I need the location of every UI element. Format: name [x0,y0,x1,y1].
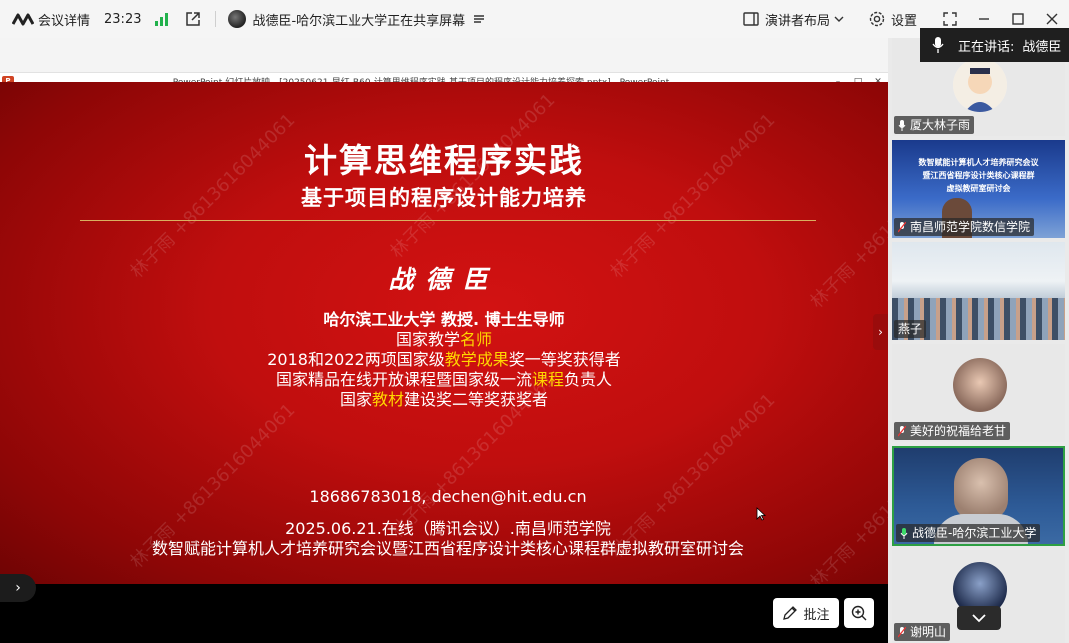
meeting-clock: 23:23 [104,11,142,27]
popout-icon[interactable] [185,11,201,27]
participant-name: 厦大林子雨 [910,118,971,132]
scroll-participants-down-button[interactable] [957,606,1001,630]
meeting-window: 会议详情 23:23 战德臣-哈尔滨工业大学正在共享屏幕 演讲者布局 设置 P … [0,0,1069,643]
minimize-icon [979,18,989,20]
participant-name-tag: 战德臣-哈尔滨工业大学 [896,524,1041,542]
fullscreen-icon [943,12,957,26]
participant-tile[interactable]: 数智赋能计算机人才培养研究会议 暨江西省程序设计类核心课程群 虚拟教研室研讨会 … [892,140,1065,238]
slide-title: 计算思维程序实践 [304,141,584,180]
close-icon [1046,13,1058,25]
mic-muted-icon [898,221,906,232]
participant-tile[interactable]: 美好的祝福给老甘 [892,344,1065,442]
slide-divider [80,220,816,221]
bio-highlight: 教材 [371,390,404,409]
participant-name-tag: 燕子 [894,320,927,338]
zoom-button[interactable] [844,598,874,628]
mic-muted-icon [898,626,906,637]
speaker-name: 战德臣 [388,265,500,294]
speaking-label: 正在讲话: [958,39,1015,55]
participant-name-tag: 美好的祝福给老甘 [894,422,1011,440]
screen-line: 数智赋能计算机人才培养研究会议 [918,158,1039,167]
layout-label: 演讲者布局 [764,13,830,29]
sharer-avatar [228,10,247,28]
participant-name-tag: 南昌师范学院数信学院 [894,218,1035,236]
pen-icon [783,606,798,620]
avatar [953,58,1007,112]
participant-name-tag: 谢明山 [894,623,951,641]
settings-label: 设置 [890,13,917,29]
participant-name: 谢明山 [910,625,947,639]
event-line-2: 数智赋能计算机人才培养研究会议暨江西省程序设计类核心课程群虚拟教研室研讨会 [151,539,744,558]
share-top-margin [0,38,888,72]
mic-icon [932,37,944,53]
divider [215,11,217,27]
avatar [953,358,1007,412]
chevron-down-icon [972,613,986,622]
participant-panel: 厦大林子雨 数智赋能计算机人才培养研究会议 暨江西省程序设计类核心课程群 虚拟教… [888,38,1069,643]
bio-text: 建设奖二等奖获奖者 [404,390,549,409]
settings-button[interactable]: 设置 [868,10,917,29]
participant-name: 南昌师范学院数信学院 [910,220,1031,234]
contact-info: 18686783018, dechen@hit.edu.cn [309,487,587,506]
maximize-icon [1012,13,1024,25]
gear-icon [869,11,885,27]
participant-name: 燕子 [898,322,923,336]
mic-muted-icon [898,425,906,436]
participant-video [954,458,1008,520]
bio-text: 国家 [339,390,372,409]
bio-line-5: 国家教材建设奖二等奖获奖者 [0,386,888,410]
signal-strength-icon [155,12,171,26]
slide-subtitle: 基于项目的程序设计能力培养 [301,186,587,210]
participant-tile-active[interactable]: 战德臣-哈尔滨工业大学 [892,446,1065,546]
mic-icon [898,119,906,131]
layout-icon [743,12,759,26]
screen-line: 虚拟教研室研讨会 [946,184,1011,193]
speaking-indicator: 正在讲话: 战德臣 [920,28,1069,62]
layout-button[interactable]: 演讲者布局 [743,10,850,29]
participant-name-tag: 厦大林子雨 [894,116,975,134]
mic-active-icon [900,527,908,539]
top-bar: 会议详情 23:23 战德臣-哈尔滨工业大学正在共享屏幕 演讲者布局 设置 [0,0,1069,38]
annotate-label: 批注 [803,607,830,623]
participant-name: 美好的祝福给老甘 [910,424,1007,438]
annotate-button[interactable]: 批注 [773,598,839,628]
mouse-cursor-icon [756,507,766,521]
next-slide-button[interactable]: › [873,314,888,350]
chevron-down-icon [834,16,844,22]
participant-name: 战德臣-哈尔滨工业大学 [912,526,1037,540]
presentation-slide: 林子雨 +8613616044061 林子雨 +8613616044061 林子… [0,82,888,584]
collapse-toolbar-button[interactable]: › [0,574,36,602]
screen-line: 暨江西省程序设计类核心课程群 [922,171,1035,180]
participant-tile[interactable]: 燕子 [892,242,1065,340]
sharing-menu-icon[interactable] [473,13,485,25]
meeting-logo-icon [12,13,34,26]
meeting-info-button[interactable]: 会议详情 [38,10,90,29]
zoom-in-icon [851,605,867,621]
speaking-name: 战德臣 [1022,39,1062,55]
participant-screen-text: 数智赋能计算机人才培养研究会议 暨江西省程序设计类核心课程群 虚拟教研室研讨会 [892,156,1065,195]
sharing-status-text: 战德臣-哈尔滨工业大学正在共享屏幕 [252,13,466,29]
